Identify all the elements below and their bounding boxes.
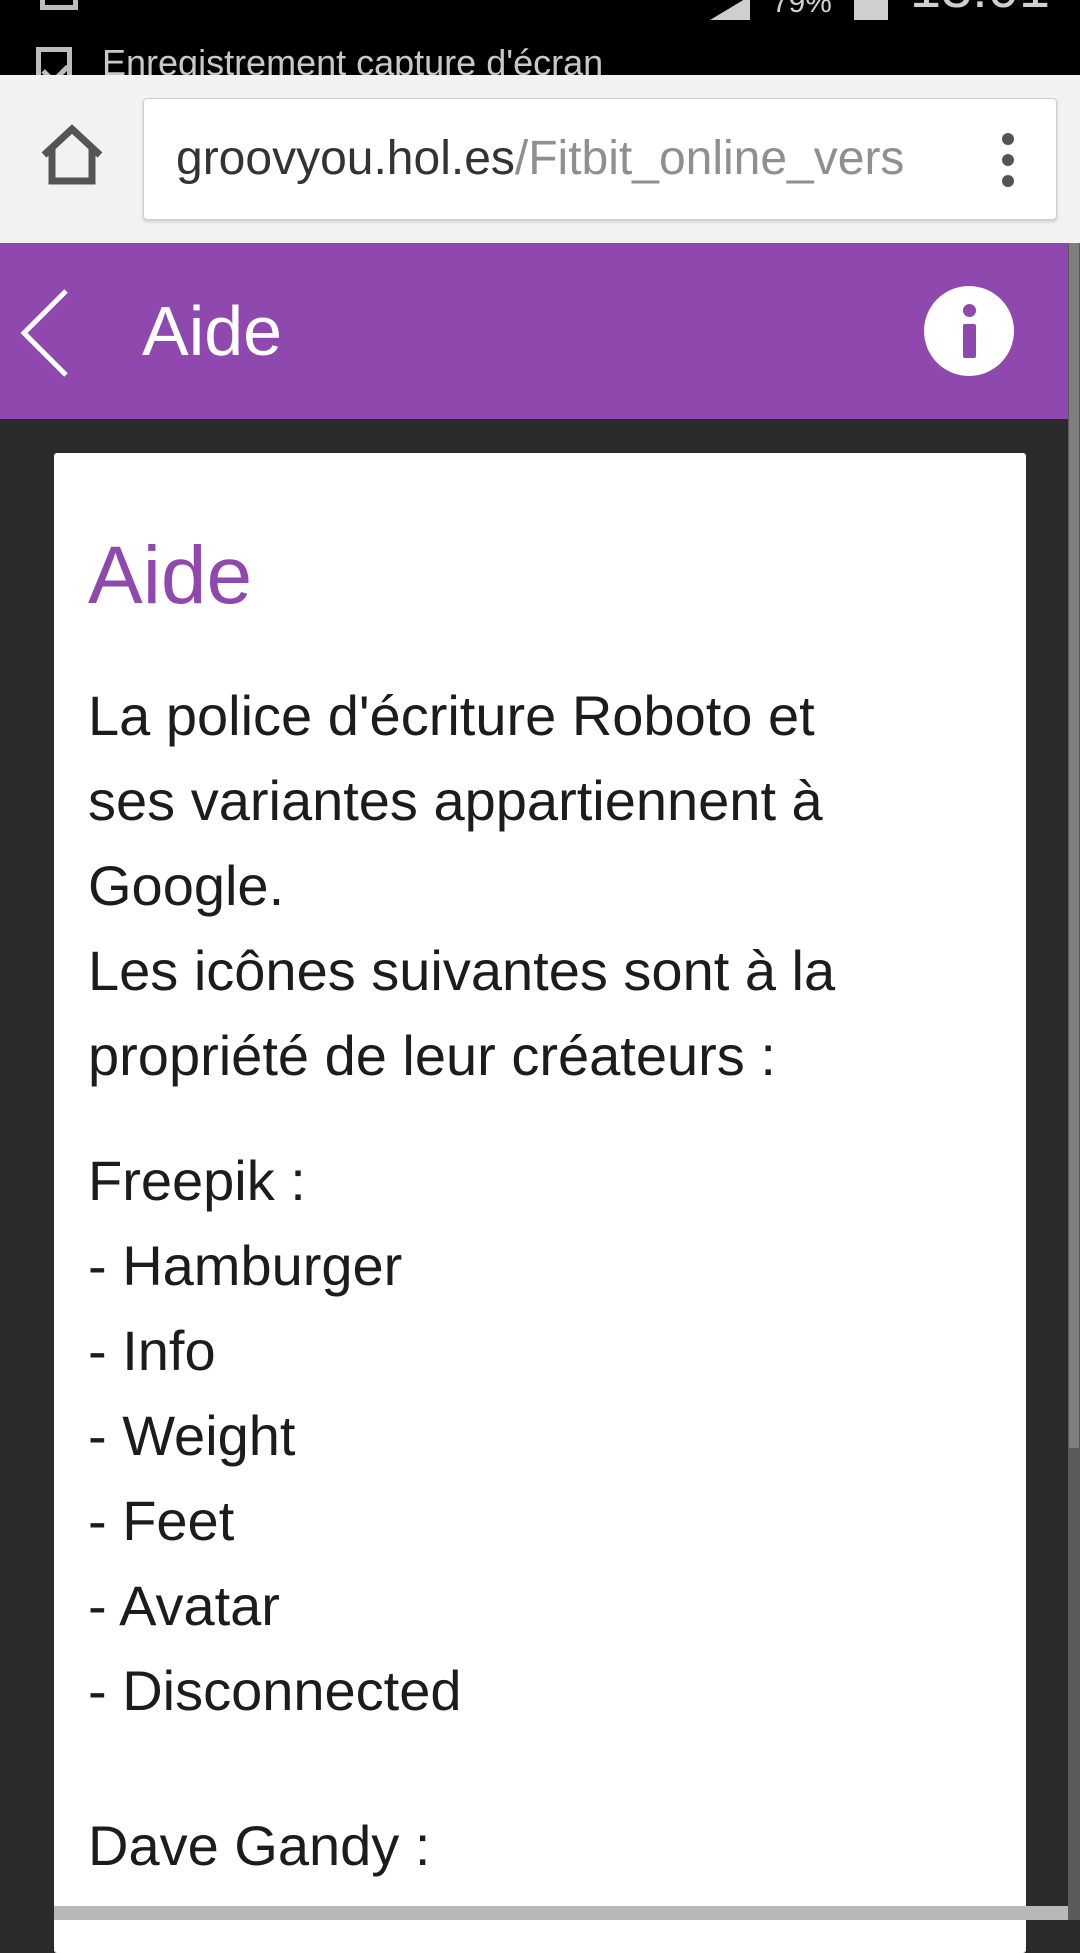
intro-line: Google. bbox=[88, 854, 285, 917]
browser-toolbar: groovyou.hol.es/Fitbit_online_vers bbox=[0, 75, 1080, 243]
card-body: La police d'écriture Roboto et ses varia… bbox=[88, 673, 998, 1888]
home-icon[interactable] bbox=[36, 119, 108, 191]
url-text[interactable]: groovyou.hol.es/Fitbit_online_vers bbox=[176, 131, 956, 186]
url-bar[interactable]: groovyou.hol.es/Fitbit_online_vers bbox=[143, 98, 1057, 220]
dave-gandy-heading: Dave Gandy : bbox=[88, 1814, 431, 1877]
scrollbar-thumb[interactable] bbox=[1069, 243, 1079, 1448]
intro-line: propriété de leur créateurs : bbox=[88, 1024, 776, 1087]
battery-percent: 79% bbox=[771, 0, 832, 19]
credit-item: - Hamburger bbox=[88, 1234, 403, 1297]
credit-item: - Weight bbox=[88, 1404, 296, 1467]
freepik-heading: Freepik : bbox=[88, 1149, 306, 1212]
intro-line: ses variantes appartiennent à bbox=[88, 769, 823, 832]
notification-text: Enregistrement capture d'écran bbox=[102, 42, 604, 75]
credit-item: - Disconnected bbox=[88, 1659, 462, 1722]
info-icon[interactable] bbox=[924, 286, 1014, 376]
app-bar: Aide bbox=[0, 243, 1080, 419]
screenshot-status-icon bbox=[40, 0, 78, 10]
intro-line: La police d'écriture Roboto et bbox=[88, 684, 815, 747]
more-vert-icon[interactable] bbox=[1000, 133, 1016, 187]
url-path: /Fitbit_online_vers bbox=[514, 132, 905, 185]
credit-item: - Avatar bbox=[88, 1574, 280, 1637]
chevron-left-icon[interactable] bbox=[18, 287, 78, 379]
help-card: Aide La police d'écriture Roboto et ses … bbox=[54, 453, 1026, 1953]
signal-icon bbox=[709, 0, 750, 20]
menu-dot bbox=[1002, 154, 1014, 166]
app-bar-title: Aide bbox=[142, 292, 283, 370]
intro-line: Les icônes suivantes sont à la bbox=[88, 939, 836, 1002]
status-indicators: 79% 13:01 bbox=[709, 0, 1050, 20]
card-title: Aide bbox=[88, 530, 253, 621]
menu-dot bbox=[1002, 175, 1014, 187]
info-stem bbox=[963, 324, 976, 358]
status-time: 13:01 bbox=[910, 0, 1050, 20]
bottom-scroll-edge bbox=[54, 1906, 1068, 1920]
battery-icon bbox=[853, 0, 888, 20]
menu-dot bbox=[1002, 133, 1014, 145]
status-bar: 79% 13:01 Enregistrement capture d'écran bbox=[0, 0, 1080, 75]
image-icon bbox=[36, 47, 72, 75]
info-dot bbox=[963, 304, 976, 317]
credit-item: - Feet bbox=[88, 1489, 235, 1552]
url-domain: groovyou.hol.es bbox=[176, 132, 515, 185]
credit-item: - Info bbox=[88, 1319, 216, 1382]
